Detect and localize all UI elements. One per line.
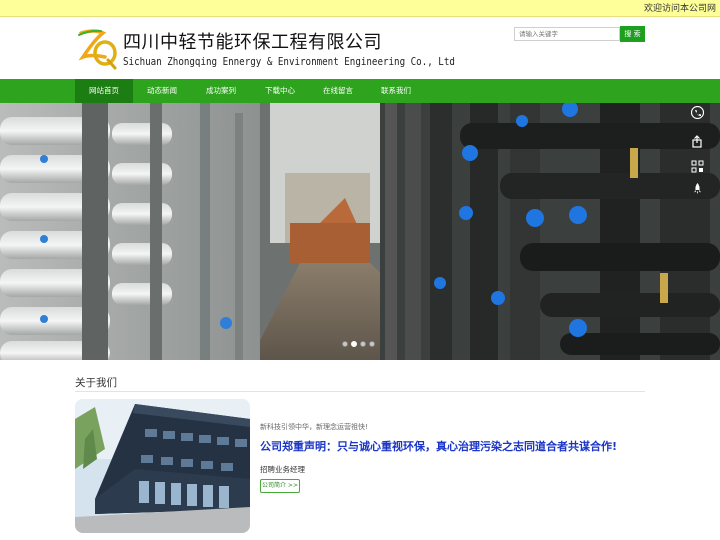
nav-item-home[interactable]: 网站首页 [75,79,133,103]
top-bar: 欢迎访问本公司网 [0,0,720,17]
nav-item-downloads[interactable]: 下载中心 [251,79,309,103]
nav-item-cases[interactable]: 成功案列 [191,79,251,103]
zq-logo-icon[interactable] [75,27,119,71]
site-header: 四川中轻节能环保工程有限公司 Sichuan Zhongqing Ennergy… [0,17,720,79]
hero-banner[interactable] [0,103,720,360]
nav-item-news[interactable]: 动态新闻 [133,79,191,103]
nav-item-message[interactable]: 在线留言 [309,79,367,103]
share-icon[interactable] [690,134,704,148]
slider-dot-active[interactable] [351,341,357,347]
company-name-en: Sichuan Zhongqing Ennergy & Environment … [123,56,455,69]
rocket-top-icon[interactable] [690,181,704,195]
search-button[interactable]: 搜 索 [620,26,645,42]
company-slogan: 新科技引领中华，新理念运营祖快! [260,423,368,431]
statement-headline[interactable]: 公司郑重声明：只与诚心重视环保，真心治理污染之志同道合者共谋合作! [260,438,617,454]
company-intro-button[interactable]: 公司简介 >> [260,479,300,493]
nav-item-contact[interactable]: 联系我们 [367,79,425,103]
slider-dot[interactable] [360,341,366,347]
search-input[interactable] [514,27,620,41]
company-name-cn: 四川中轻节能环保工程有限公司 [123,32,382,53]
slider-dot[interactable] [342,341,348,347]
recruit-text: 招聘业务经理 [260,465,305,474]
phone-icon[interactable] [690,105,704,119]
about-section-title: 关于我们 [75,377,117,389]
section-divider [75,391,645,392]
slider-dot[interactable] [369,341,375,347]
banner-image [0,103,720,360]
welcome-text: 欢迎访问本公司网 [643,4,716,14]
main-nav: 网站首页 动态新闻 成功案列 下载中心 在线留言 联系我们 [0,79,720,103]
slider-dots [342,341,375,347]
qr-code-icon[interactable] [690,159,704,173]
company-building-image[interactable] [75,399,250,533]
